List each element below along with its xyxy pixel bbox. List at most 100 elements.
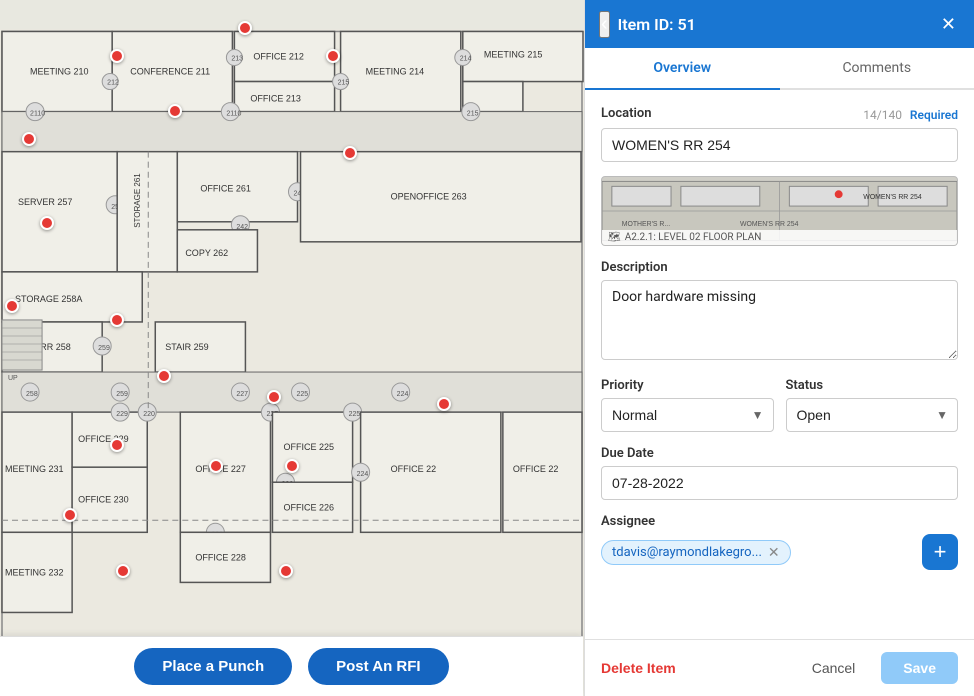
punch-dot[interactable] [437,397,451,411]
thumbnail-icon: 🗺 [608,232,621,243]
panel-content: Location 14/140 Required WOMEN'S RR 254 [585,90,974,639]
svg-text:MEETING 210: MEETING 210 [30,67,89,77]
punch-dot[interactable] [285,459,299,473]
punch-dot[interactable] [5,299,19,313]
punch-dot[interactable] [22,132,36,146]
svg-text:STORAGE 261: STORAGE 261 [133,173,142,228]
bottom-bar: Place a Punch Post An RFI [0,636,583,696]
panel-footer: Delete Item Cancel Save [585,639,974,696]
cancel-button[interactable]: Cancel [796,652,872,684]
floor-plan-background: MEETING 210 CONFERENCE 211 OFFICE 212 OF… [0,0,584,696]
back-button[interactable]: ‹ [599,11,610,38]
assignee-chip: tdavis@raymondlakegro... ✕ [601,540,791,565]
assignee-remove-button[interactable]: ✕ [768,545,780,559]
assignee-label: Assignee [601,514,655,529]
save-button[interactable]: Save [881,652,958,684]
svg-text:UP: UP [8,375,18,382]
svg-text:OFFICE 225: OFFICE 225 [283,442,334,452]
svg-text:258: 258 [26,391,38,398]
svg-text:MEETING 232: MEETING 232 [5,567,64,577]
thumbnail-label: 🗺 A2.2.1: LEVEL 02 FLOOR PLAN [602,230,957,245]
svg-text:259: 259 [116,391,128,398]
close-button[interactable]: ✕ [937,10,960,39]
svg-text:2110: 2110 [30,111,45,118]
svg-text:COPY 262: COPY 262 [185,248,228,258]
punch-dot[interactable] [168,104,182,118]
location-label: Location [601,106,652,121]
punch-dot[interactable] [40,216,54,230]
punch-dot[interactable] [116,564,130,578]
description-field: Description Door hardware missing [601,260,958,364]
delete-button[interactable]: Delete Item [601,660,676,676]
footer-actions: Cancel Save [796,652,958,684]
svg-text:225: 225 [297,391,309,398]
svg-text:227: 227 [236,391,248,398]
svg-text:2110: 2110 [226,111,241,118]
svg-text:WOMEN'S RR 254: WOMEN'S RR 254 [740,221,799,228]
svg-text:OFFICE 212: OFFICE 212 [253,52,304,62]
status-field: Status Open Closed In Progress Ready for… [786,378,959,432]
assignee-field: Assignee tdavis@raymondlakegro... ✕ + [601,514,958,570]
punch-dot[interactable] [279,564,293,578]
svg-text:225: 225 [349,411,361,418]
floorplan-thumbnail[interactable]: WOMEN'S RR 254 MOTHER'S R... WOMEN'S RR … [601,176,958,246]
panel-tabs: Overview Comments [585,48,974,90]
assignee-chip-text: tdavis@raymondlakegro... [612,545,762,560]
punch-dot[interactable] [267,390,281,404]
priority-select-wrapper: Normal High Low Critical ▼ [601,398,774,432]
item-detail-panel: ‹ Item ID: 51 ✕ Overview Comments Locati… [584,0,974,696]
svg-text:OPENOFFICE 263: OPENOFFICE 263 [391,192,467,202]
punch-dot[interactable] [110,313,124,327]
description-label: Description [601,260,668,275]
svg-text:220: 220 [143,411,155,418]
svg-text:OFFICE 261: OFFICE 261 [200,184,251,194]
priority-status-row: Priority Normal High Low Critical ▼ Stat… [601,378,958,432]
panel-title: Item ID: 51 [618,15,937,34]
svg-text:STORAGE 258A: STORAGE 258A [15,294,82,304]
svg-text:OFFICE 213: OFFICE 213 [250,94,301,104]
svg-text:213: 213 [231,56,243,63]
status-select[interactable]: Open Closed In Progress Ready for Review [786,398,959,432]
svg-text:MEETING 214: MEETING 214 [366,67,425,77]
punch-dot[interactable] [326,49,340,63]
punch-dot[interactable] [238,21,252,35]
punch-dot[interactable] [343,146,357,160]
status-select-wrapper: Open Closed In Progress Ready for Review… [786,398,959,432]
svg-text:215: 215 [338,80,350,87]
svg-text:OFFICE 228: OFFICE 228 [195,552,246,562]
svg-text:224: 224 [397,391,409,398]
punch-dot[interactable] [63,508,77,522]
priority-label: Priority [601,378,644,393]
punch-dot[interactable] [110,438,124,452]
post-rfi-button[interactable]: Post An RFI [308,648,448,685]
due-date-input[interactable] [601,466,958,500]
svg-text:215: 215 [467,111,479,118]
tab-overview[interactable]: Overview [585,48,780,90]
place-punch-button[interactable]: Place a Punch [134,648,292,685]
due-date-label: Due Date [601,446,654,461]
description-input[interactable]: Door hardware missing [601,280,958,360]
svg-text:MOTHER'S R...: MOTHER'S R... [622,221,670,228]
status-label: Status [786,378,824,393]
floor-plan-area: MEETING 210 CONFERENCE 211 OFFICE 212 OF… [0,0,584,696]
location-meta: 14/140 [863,108,902,122]
punch-dot[interactable] [110,49,124,63]
svg-text:224: 224 [357,471,369,478]
assignee-add-button[interactable]: + [922,534,958,570]
svg-text:OFFICE 22: OFFICE 22 [391,464,437,474]
svg-text:CONFERENCE 211: CONFERENCE 211 [130,67,210,77]
punch-dot[interactable] [209,459,223,473]
priority-field: Priority Normal High Low Critical ▼ [601,378,774,432]
location-input[interactable] [601,128,958,162]
svg-text:259: 259 [98,345,110,352]
punch-dot[interactable] [157,369,171,383]
tab-comments[interactable]: Comments [780,48,974,90]
panel-header: ‹ Item ID: 51 ✕ [585,0,974,48]
due-date-field: Due Date [601,446,958,500]
svg-text:SERVER 257: SERVER 257 [18,197,72,207]
thumbnail-text: A2.2.1: LEVEL 02 FLOOR PLAN [625,232,762,243]
svg-text:OFFICE 230: OFFICE 230 [78,494,129,504]
priority-select[interactable]: Normal High Low Critical [601,398,774,432]
svg-text:MEETING 215: MEETING 215 [484,50,543,60]
svg-text:OFFICE 22: OFFICE 22 [513,464,559,474]
